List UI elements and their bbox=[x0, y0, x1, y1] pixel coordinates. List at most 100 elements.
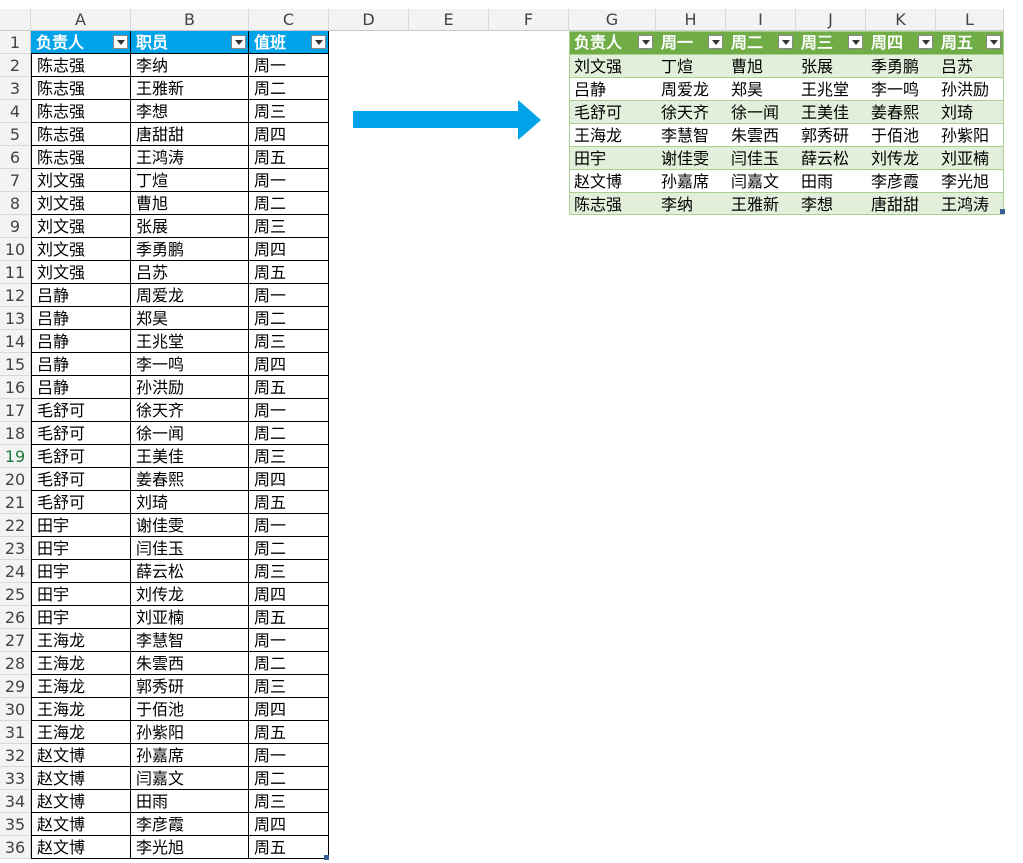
source-table-cell[interactable]: 刘传龙 bbox=[131, 583, 249, 606]
source-table-cell[interactable]: 毛舒可 bbox=[31, 445, 131, 468]
source-table-cell[interactable]: 周三 bbox=[249, 330, 329, 353]
result-table-cell[interactable]: 薛云松 bbox=[796, 146, 866, 169]
source-table-cell[interactable]: 王海龙 bbox=[31, 652, 131, 675]
source-table-cell[interactable]: 周二 bbox=[249, 307, 329, 330]
source-table-cell[interactable]: 孙嘉席 bbox=[131, 744, 249, 767]
source-table-cell[interactable]: 吕静 bbox=[31, 307, 131, 330]
source-table-cell[interactable]: 于佰池 bbox=[131, 698, 249, 721]
source-table-cell[interactable]: 刘文强 bbox=[31, 238, 131, 261]
source-table-cell[interactable]: 季勇鹏 bbox=[131, 238, 249, 261]
source-table-cell[interactable]: 周一 bbox=[249, 54, 329, 77]
result-table-cell[interactable]: 刘亚楠 bbox=[936, 146, 1004, 169]
row-header-27[interactable]: 27 bbox=[0, 629, 31, 652]
filter-dropdown-icon[interactable] bbox=[778, 35, 793, 49]
result-table-cell[interactable]: 郑昊 bbox=[726, 77, 796, 100]
result-table-cell[interactable]: 姜春熙 bbox=[866, 100, 936, 123]
source-table-cell[interactable]: 刘琦 bbox=[131, 491, 249, 514]
column-header-e[interactable]: E bbox=[409, 9, 489, 31]
result-table-cell[interactable]: 张展 bbox=[796, 54, 866, 77]
source-table-cell[interactable]: 周五 bbox=[249, 606, 329, 629]
row-header-10[interactable]: 10 bbox=[0, 238, 31, 261]
row-header-4[interactable]: 4 bbox=[0, 100, 31, 123]
source-table-cell[interactable]: 周二 bbox=[249, 767, 329, 790]
source-table-cell[interactable]: 田雨 bbox=[131, 790, 249, 813]
source-table-cell[interactable]: 李光旭 bbox=[131, 836, 249, 859]
result-table-cell[interactable]: 刘文强 bbox=[569, 54, 656, 77]
source-table-cell[interactable]: 周一 bbox=[249, 169, 329, 192]
result-table-cell[interactable]: 周爱龙 bbox=[656, 77, 726, 100]
source-table-cell[interactable]: 吕静 bbox=[31, 284, 131, 307]
row-header-30[interactable]: 30 bbox=[0, 698, 31, 721]
row-header-20[interactable]: 20 bbox=[0, 468, 31, 491]
source-table-cell[interactable]: 曹旭 bbox=[131, 192, 249, 215]
filter-dropdown-icon[interactable] bbox=[708, 35, 723, 49]
result-table-cell[interactable]: 李一鸣 bbox=[866, 77, 936, 100]
source-table-cell[interactable]: 郭秀研 bbox=[131, 675, 249, 698]
result-table-cell[interactable]: 孙嘉席 bbox=[656, 169, 726, 192]
source-table-cell[interactable]: 王兆堂 bbox=[131, 330, 249, 353]
source-table-cell[interactable]: 王雅新 bbox=[131, 77, 249, 100]
source-table-cell[interactable]: 陈志强 bbox=[31, 123, 131, 146]
source-table-cell[interactable]: 孙洪励 bbox=[131, 376, 249, 399]
table-resize-handle[interactable] bbox=[1000, 209, 1005, 214]
source-table-cell[interactable]: 毛舒可 bbox=[31, 422, 131, 445]
row-header-3[interactable]: 3 bbox=[0, 77, 31, 100]
source-table-cell[interactable]: 赵文博 bbox=[31, 836, 131, 859]
column-header-b[interactable]: B bbox=[131, 9, 249, 31]
source-table-cell[interactable]: 赵文博 bbox=[31, 744, 131, 767]
source-table-cell[interactable]: 周四 bbox=[249, 698, 329, 721]
source-table-cell[interactable]: 周二 bbox=[249, 192, 329, 215]
source-table-cell[interactable]: 李纳 bbox=[131, 54, 249, 77]
row-header-7[interactable]: 7 bbox=[0, 169, 31, 192]
source-table-cell[interactable]: 周四 bbox=[249, 468, 329, 491]
table-resize-handle[interactable] bbox=[324, 855, 329, 860]
filter-dropdown-icon[interactable] bbox=[638, 35, 653, 49]
column-header-k[interactable]: K bbox=[866, 9, 936, 31]
column-header-i[interactable]: I bbox=[726, 9, 796, 31]
source-table-cell[interactable]: 徐一闻 bbox=[131, 422, 249, 445]
row-header-14[interactable]: 14 bbox=[0, 330, 31, 353]
column-header-f[interactable]: F bbox=[489, 9, 569, 31]
source-table-cell[interactable]: 田宇 bbox=[31, 560, 131, 583]
row-header-35[interactable]: 35 bbox=[0, 813, 31, 836]
source-table-cell[interactable]: 王美佳 bbox=[131, 445, 249, 468]
source-table-cell[interactable]: 张展 bbox=[131, 215, 249, 238]
row-header-1[interactable]: 1 bbox=[0, 31, 31, 54]
source-table-cell[interactable]: 陈志强 bbox=[31, 100, 131, 123]
source-table-cell[interactable]: 周五 bbox=[249, 836, 329, 859]
source-table-cell[interactable]: 陈志强 bbox=[31, 146, 131, 169]
source-table-cell[interactable]: 周二 bbox=[249, 422, 329, 445]
source-table-cell[interactable]: 周四 bbox=[249, 123, 329, 146]
row-header-15[interactable]: 15 bbox=[0, 353, 31, 376]
source-table-cell[interactable]: 姜春熙 bbox=[131, 468, 249, 491]
source-table-cell[interactable]: 朱雲西 bbox=[131, 652, 249, 675]
row-header-33[interactable]: 33 bbox=[0, 767, 31, 790]
row-header-31[interactable]: 31 bbox=[0, 721, 31, 744]
filter-dropdown-icon[interactable] bbox=[231, 35, 246, 49]
source-table-cell[interactable]: 王海龙 bbox=[31, 721, 131, 744]
source-table-cell[interactable]: 周三 bbox=[249, 675, 329, 698]
source-table-cell[interactable]: 周五 bbox=[249, 376, 329, 399]
row-header-19[interactable]: 19 bbox=[0, 445, 31, 468]
result-table-cell[interactable]: 吕静 bbox=[569, 77, 656, 100]
source-table-cell[interactable]: 吕静 bbox=[31, 353, 131, 376]
row-header-23[interactable]: 23 bbox=[0, 537, 31, 560]
row-header-24[interactable]: 24 bbox=[0, 560, 31, 583]
filter-dropdown-icon[interactable] bbox=[113, 35, 128, 49]
source-table-cell[interactable]: 刘文强 bbox=[31, 169, 131, 192]
result-table-cell[interactable]: 丁煊 bbox=[656, 54, 726, 77]
result-table-cell[interactable]: 吕苏 bbox=[936, 54, 1004, 77]
row-header-17[interactable]: 17 bbox=[0, 399, 31, 422]
column-header-g[interactable]: G bbox=[569, 9, 656, 31]
result-table-cell[interactable]: 田雨 bbox=[796, 169, 866, 192]
result-table-cell[interactable]: 季勇鹏 bbox=[866, 54, 936, 77]
source-table-cell[interactable]: 李一鸣 bbox=[131, 353, 249, 376]
row-header-6[interactable]: 6 bbox=[0, 146, 31, 169]
column-header-j[interactable]: J bbox=[796, 9, 866, 31]
filter-dropdown-icon[interactable] bbox=[986, 35, 1001, 49]
source-table-cell[interactable]: 周二 bbox=[249, 77, 329, 100]
row-header-26[interactable]: 26 bbox=[0, 606, 31, 629]
result-table-cell[interactable]: 田宇 bbox=[569, 146, 656, 169]
source-table-cell[interactable]: 李慧智 bbox=[131, 629, 249, 652]
source-table-cell[interactable]: 周四 bbox=[249, 583, 329, 606]
